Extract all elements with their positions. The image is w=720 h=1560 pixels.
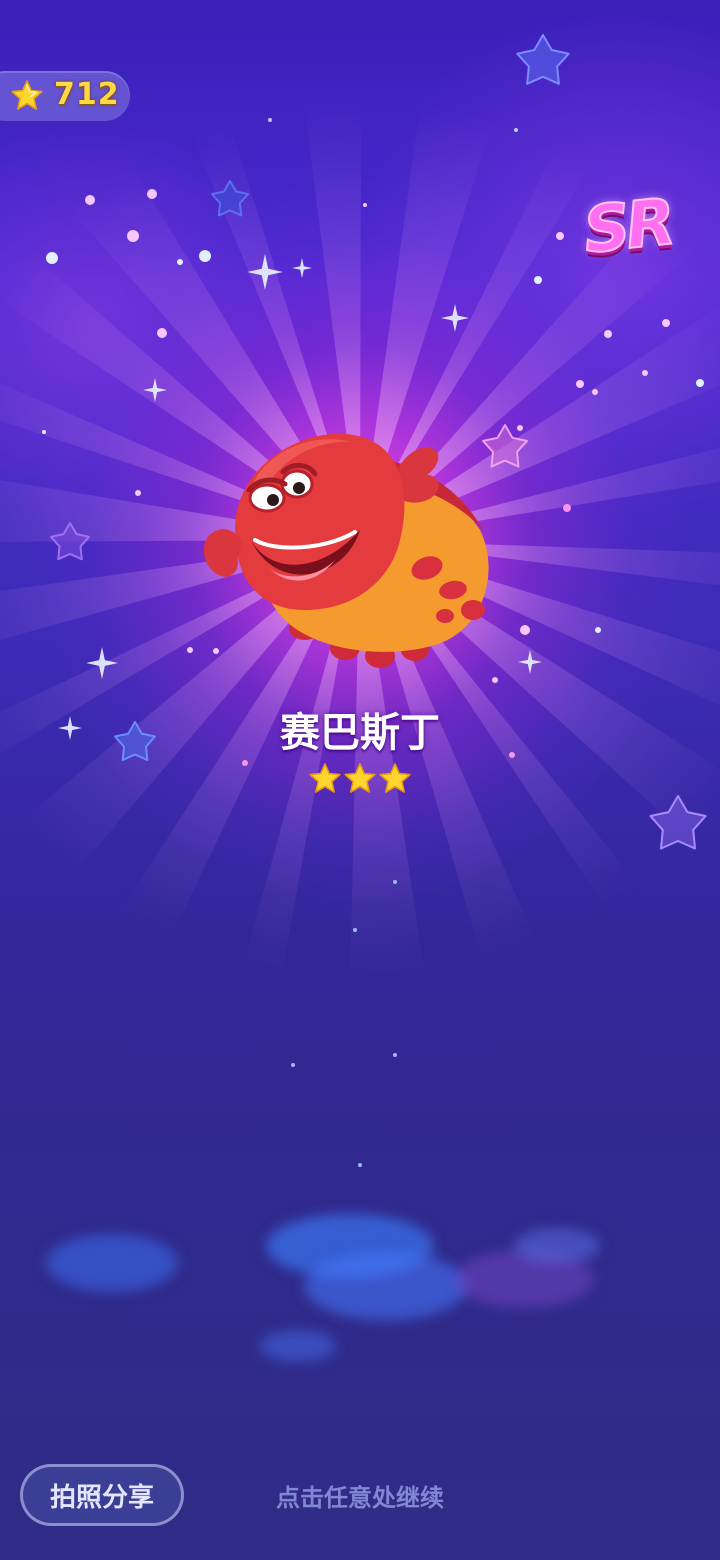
sparkle (393, 1053, 397, 1057)
sparkle (592, 389, 598, 395)
sparkle (696, 379, 704, 387)
red-crab-character (203, 433, 489, 668)
sparkle (291, 1063, 295, 1067)
sparkle (556, 232, 564, 240)
star-rating (308, 762, 412, 802)
sparkle (604, 330, 612, 338)
background-star-icon (516, 34, 570, 85)
sparkle (46, 252, 58, 264)
sparkle (358, 1163, 362, 1167)
sparkle (393, 880, 397, 884)
bokeh-light (304, 1252, 468, 1320)
sparkle (199, 250, 211, 262)
sparkle (642, 370, 648, 376)
twinkle-icon (292, 258, 312, 278)
star-icon (11, 80, 43, 110)
sparkle (85, 195, 95, 205)
sparkle (595, 627, 601, 633)
currency-count: 712 (54, 77, 120, 112)
sparkle (177, 259, 183, 265)
sparkle (363, 203, 367, 207)
sparkle (563, 504, 571, 512)
bokeh-light (260, 1330, 336, 1362)
bokeh-light (46, 1234, 178, 1292)
tap-to-continue-hint: 点击任意处继续 (276, 1484, 444, 1512)
currency-counter[interactable]: 712 (0, 71, 130, 121)
sparkle (135, 490, 141, 496)
sparkle (147, 189, 157, 199)
twinkle-icon (441, 304, 469, 332)
character-name: 赛巴斯丁 (280, 710, 440, 756)
sparkle (187, 647, 193, 653)
sparkle (517, 425, 523, 431)
sparkle (353, 928, 357, 932)
rarity-badge: SR (579, 185, 676, 270)
sparkle (514, 128, 518, 132)
sparkle (576, 380, 584, 388)
rating-star-icon (379, 763, 411, 793)
sparkle (242, 760, 248, 766)
sparkle (534, 276, 542, 284)
bokeh-light (514, 1228, 600, 1264)
sparkle (268, 118, 272, 122)
rating-star-icon (344, 763, 376, 793)
rating-star-icon (309, 763, 341, 793)
share-photo-button[interactable]: 拍照分享 (20, 1464, 184, 1526)
sparkle (127, 230, 139, 242)
sparkle (662, 319, 670, 327)
sparkle (157, 328, 167, 338)
sparkle (520, 625, 530, 635)
card-reveal-screen[interactable]: 712 SR 赛巴斯丁 拍照分享 点击任意处继续 (0, 0, 720, 1560)
sparkle (42, 430, 46, 434)
